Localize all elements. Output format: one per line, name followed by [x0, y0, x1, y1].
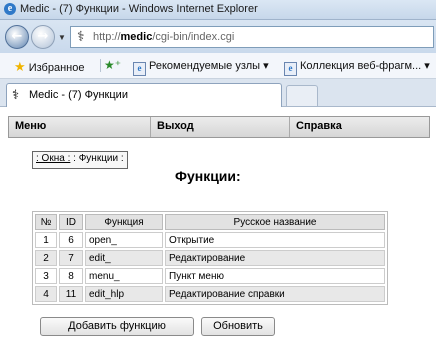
cell-russian-name: Редактирование	[165, 250, 385, 266]
page-icon: e	[133, 62, 146, 76]
address-row: ← → ▼ ⚕ http://medic/cgi-bin/index.cgi	[0, 20, 436, 53]
cell-number: 2	[35, 250, 57, 266]
add-favorite-icon[interactable]: ★⁺	[104, 58, 121, 72]
caduceus-icon: ⚕	[12, 87, 20, 102]
column-header-function: Функция	[85, 214, 163, 230]
page-icon: e	[284, 62, 297, 76]
url-text: http://medic/cgi-bin/index.cgi	[93, 31, 235, 43]
title-bar: e Medic - (7) Функции - Windows Internet…	[0, 0, 436, 20]
web-slice-gallery-link[interactable]: e Коллекция веб-фрагм... ▾	[284, 59, 430, 76]
cell-id: 11	[59, 286, 83, 302]
cell-russian-name: Открытие	[165, 232, 385, 248]
table-row[interactable]: 1 6 open_ Открытие	[35, 232, 385, 248]
cell-id: 7	[59, 250, 83, 266]
star-icon: ★	[14, 59, 26, 74]
menu-item-help[interactable]: Справка	[290, 117, 429, 137]
ie-icon: e	[4, 3, 16, 15]
caduceus-icon: ⚕	[77, 28, 85, 44]
cell-number: 4	[35, 286, 57, 302]
cell-function: edit_hlp	[85, 286, 163, 302]
table-row[interactable]: 2 7 edit_ Редактирование	[35, 250, 385, 266]
tab-medic-functions[interactable]: ⚕ Medic - (7) Функции	[6, 83, 282, 107]
site-menu-bar: Меню Выход Справка	[8, 116, 430, 138]
back-button[interactable]: ←	[5, 25, 29, 49]
menu-item-logout[interactable]: Выход	[151, 117, 290, 137]
cell-number: 3	[35, 268, 57, 284]
tab-label: Medic - (7) Функции	[29, 89, 128, 101]
cell-function: menu_	[85, 268, 163, 284]
forward-button[interactable]: →	[31, 25, 55, 49]
tab-row: ⚕ Medic - (7) Функции	[0, 79, 436, 107]
favorites-button[interactable]: ★ Избранное	[14, 59, 84, 75]
cell-function: open_	[85, 232, 163, 248]
address-field[interactable]: ⚕ http://medic/cgi-bin/index.cgi	[70, 26, 434, 48]
column-header-id: ID	[59, 214, 83, 230]
breadcrumb-windows-link[interactable]: : Окна :	[36, 153, 70, 164]
breadcrumb-current: : Функции :	[73, 153, 124, 164]
table-row[interactable]: 3 8 menu_ Пункт меню	[35, 268, 385, 284]
cell-id: 8	[59, 268, 83, 284]
window-title: Medic - (7) Функции - Windows Internet E…	[20, 3, 258, 15]
refresh-button[interactable]: Обновить	[201, 317, 275, 336]
separator	[100, 59, 101, 72]
favorites-bar: ★ Избранное ★⁺ e Рекомендуемые узлы ▾ e Ко…	[0, 53, 436, 79]
cell-russian-name: Редактирование справки	[165, 286, 385, 302]
recent-pages-dropdown-icon[interactable]: ▼	[58, 33, 66, 42]
column-header-russian-name: Русское название	[165, 214, 385, 230]
page-title: Функции:	[175, 168, 241, 184]
forward-arrow-icon: →	[37, 29, 49, 44]
functions-table: № ID Функция Русское название 1 6 open_ …	[32, 211, 388, 305]
favorites-label: Избранное	[28, 62, 85, 74]
table-row[interactable]: 4 11 edit_hlp Редактирование справки	[35, 286, 385, 302]
breadcrumb: : Окна : : Функции :	[32, 151, 128, 169]
back-arrow-icon: ←	[11, 29, 23, 44]
suggested-sites-link[interactable]: e Рекомендуемые узлы ▾	[133, 59, 269, 76]
menu-item-menu[interactable]: Меню	[9, 117, 151, 137]
suggested-sites-label: Рекомендуемые узлы ▾	[149, 60, 269, 72]
cell-function: edit_	[85, 250, 163, 266]
cell-russian-name: Пункт меню	[165, 268, 385, 284]
table-header-row: № ID Функция Русское название	[35, 214, 385, 230]
cell-id: 6	[59, 232, 83, 248]
add-function-button[interactable]: Добавить функцию	[40, 317, 194, 336]
cell-number: 1	[35, 232, 57, 248]
column-header-number: №	[35, 214, 57, 230]
web-slice-gallery-label: Коллекция веб-фрагм... ▾	[300, 60, 430, 72]
new-tab-button[interactable]	[286, 85, 318, 106]
